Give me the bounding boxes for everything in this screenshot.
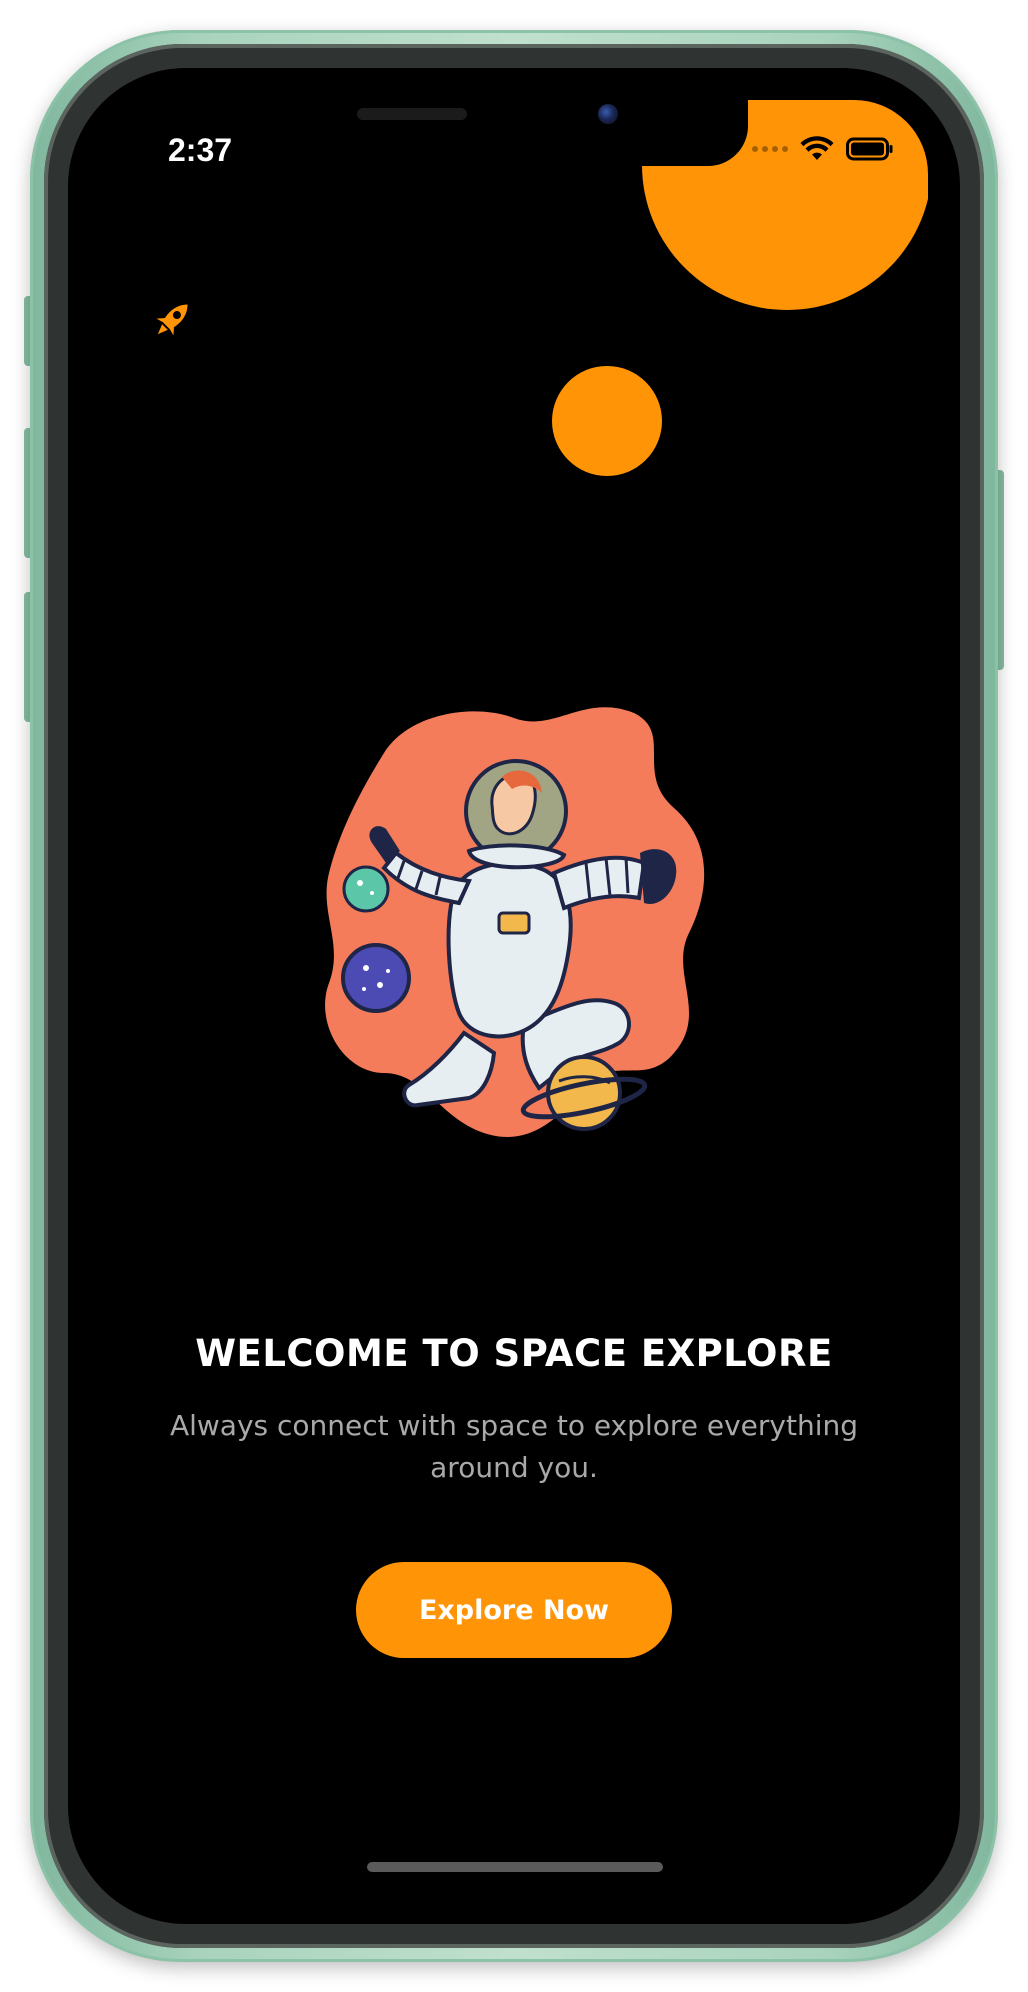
device-stage: 2:37 WELCOME TO SPACE EXPLORE Always con… — [0, 0, 1028, 1992]
welcome-title: WELCOME TO SPACE EXPLORE — [195, 1332, 833, 1375]
cellular-signal-icon — [752, 146, 788, 152]
home-indicator[interactable] — [367, 1862, 663, 1872]
explore-now-button[interactable]: Explore Now — [356, 1562, 672, 1658]
small-planet-decoration — [552, 366, 662, 476]
app-screen: 2:37 WELCOME TO SPACE EXPLORE Always con… — [100, 100, 928, 1892]
rocket-icon — [156, 304, 188, 336]
device-notch — [280, 100, 748, 166]
front-camera — [598, 104, 618, 124]
status-icons — [752, 136, 894, 162]
astronaut-illustration — [325, 707, 705, 1137]
battery-icon — [846, 137, 893, 161]
welcome-subtitle: Always connect with space to explore eve… — [169, 1409, 859, 1484]
status-time: 2:37 — [168, 132, 233, 168]
wifi-icon — [800, 136, 834, 160]
earpiece-speaker — [357, 108, 467, 120]
